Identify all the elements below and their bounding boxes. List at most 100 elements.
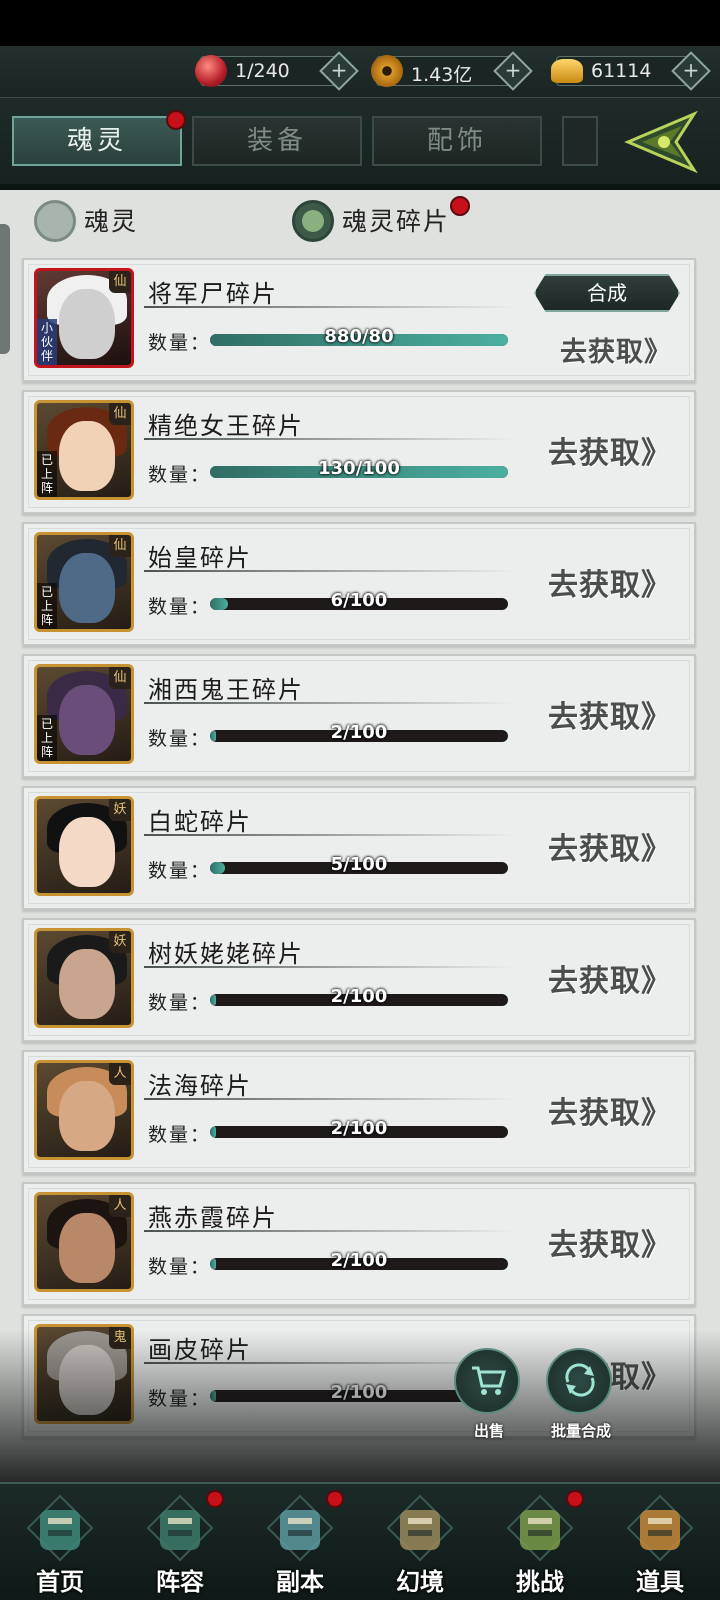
go-obtain-link[interactable]: 去获取》 — [548, 1220, 672, 1264]
quantity-value: 130/100 — [318, 458, 400, 479]
portrait-face — [59, 289, 115, 359]
tab-soul-badge — [166, 110, 186, 130]
compose-button[interactable]: 合成 — [534, 274, 680, 312]
name-underline — [144, 1230, 514, 1232]
hero-portrait[interactable]: 人 — [34, 1060, 134, 1160]
subtab-soul[interactable]: 魂灵 — [34, 200, 154, 242]
name-underline — [144, 1098, 514, 1100]
quantity-label: 数量： — [148, 728, 212, 750]
portrait-face — [59, 1213, 115, 1283]
go-obtain-link[interactable]: 去获取》 — [548, 824, 672, 868]
tab-label: 配饰 — [426, 126, 487, 156]
hero-portrait[interactable]: 仙小伙伴 — [34, 268, 134, 368]
nav-label: 幻境 — [396, 1567, 444, 1596]
nav-dungeon[interactable]: 副本 — [240, 1484, 360, 1600]
tab-label: 装备 — [246, 126, 307, 156]
portrait-face — [59, 553, 115, 623]
cart-icon — [472, 1366, 506, 1395]
go-obtain-link[interactable]: 去获取》 — [548, 428, 672, 472]
fragment-name: 法海碎片 — [148, 1072, 252, 1100]
batch-compose-button[interactable]: 批量合成 — [546, 1348, 612, 1440]
portrait-face — [59, 421, 115, 491]
subtab-soul-fragment[interactable]: 魂灵碎片 — [292, 200, 452, 242]
go-obtain-link[interactable]: 去获取》 — [548, 560, 672, 604]
name-underline — [144, 966, 514, 968]
tab-soul[interactable]: 魂灵 — [12, 116, 182, 166]
portrait-face — [59, 949, 115, 1019]
status-tag: 小伙伴 — [37, 319, 57, 365]
hero-portrait[interactable]: 仙已上阵 — [34, 532, 134, 632]
quantity-value: 6/100 — [330, 590, 388, 611]
fragment-list-panel: 魂灵 魂灵碎片 仙小伙伴 将军尸碎片 数量： 880/80 合成 去获取》仙已上阵 精绝女王… — [0, 190, 720, 1490]
fragment-card[interactable]: 仙小伙伴 将军尸碎片 数量： 880/80 合成 去获取》 — [22, 258, 696, 382]
nav-illusion[interactable]: 幻境 — [360, 1484, 480, 1600]
quantity-value: 2/100 — [330, 986, 388, 1007]
hero-portrait[interactable]: 人 — [34, 1192, 134, 1292]
sell-button[interactable]: 出售 — [454, 1348, 520, 1440]
grade-badge: 妖 — [109, 799, 131, 821]
nav-badge — [326, 1490, 344, 1508]
fragment-card[interactable]: 妖树妖姥姥碎片 数量： 2/100 去获取》 — [22, 918, 696, 1042]
batch-compose-label: 批量合成 — [550, 1422, 611, 1440]
fragment-name: 精绝女王碎片 — [148, 412, 304, 440]
home-icon — [26, 1494, 94, 1562]
grade-badge: 仙 — [109, 403, 131, 425]
quantity-value: 2/100 — [330, 1118, 388, 1139]
go-obtain-link[interactable]: 去获取》 — [548, 1088, 672, 1132]
coin-value: 1.43亿 — [411, 64, 473, 86]
name-underline — [144, 570, 514, 572]
add-ingot-button[interactable]: + — [671, 51, 711, 91]
grade-badge: 仙 — [109, 667, 131, 689]
fragment-card[interactable]: 仙已上阵 始皇碎片 数量： 6/100 去获取》 — [22, 522, 696, 646]
resource-coin: 1.43亿 + — [371, 51, 533, 91]
resource-bar: 1/240 + 1.43亿 + 61114 + — [0, 46, 720, 98]
grade-badge: 仙 — [109, 271, 131, 293]
hero-portrait[interactable]: 妖 — [34, 796, 134, 896]
go-obtain-link[interactable]: 去获取》 — [560, 330, 672, 369]
nav-label: 副本 — [276, 1567, 324, 1596]
fragment-card[interactable]: 妖白蛇碎片 数量： 5/100 去获取》 — [22, 786, 696, 910]
hero-portrait[interactable]: 仙已上阵 — [34, 664, 134, 764]
fragment-name: 白蛇碎片 — [148, 808, 252, 836]
fragment-card[interactable]: 人燕赤霞碎片 数量： 2/100 去获取》 — [22, 1182, 696, 1306]
go-obtain-link[interactable]: 去获取》 — [548, 956, 672, 1000]
nav-challenge[interactable]: 挑战 — [480, 1484, 600, 1600]
go-obtain-link[interactable]: 去获取》 — [548, 692, 672, 736]
nav-badge — [566, 1490, 584, 1508]
back-arrow-icon — [624, 110, 698, 174]
category-tab-bar: 魂灵 装备 配饰 — [0, 98, 720, 190]
fragment-card[interactable]: 人法海碎片数量： 2/100 去获取》 — [22, 1050, 696, 1174]
nav-label: 首页 — [36, 1567, 84, 1596]
bottom-nav: 首页 阵容 副本 幻境 挑战 道具 — [0, 1482, 720, 1600]
tab-overflow[interactable] — [562, 116, 598, 166]
subtab-bar: 魂灵 魂灵碎片 — [0, 190, 720, 250]
lineup-icon — [146, 1494, 214, 1562]
fragment-name: 湘西鬼王碎片 — [148, 676, 304, 704]
nav-label: 挑战 — [516, 1567, 564, 1596]
back-button[interactable] — [624, 110, 704, 174]
fragment-card[interactable]: 仙已上阵 精绝女王碎片 数量： 130/100 去获取》 — [22, 390, 696, 514]
radio-selected-icon — [292, 200, 334, 242]
grade-badge: 仙 — [109, 535, 131, 557]
quantity-label: 数量： — [148, 1124, 212, 1146]
quantity-label: 数量： — [148, 992, 212, 1014]
tab-equipment[interactable]: 装备 — [192, 116, 362, 166]
subtab-fragment-badge — [450, 196, 470, 216]
nav-lineup[interactable]: 阵容 — [120, 1484, 240, 1600]
resource-ingot: 61114 + — [551, 51, 711, 91]
hero-portrait[interactable]: 仙已上阵 — [34, 400, 134, 500]
tab-accessory[interactable]: 配饰 — [372, 116, 542, 166]
name-underline — [144, 306, 514, 308]
quantity-value: 880/80 — [324, 326, 394, 347]
challenge-icon — [506, 1494, 574, 1562]
quantity-value: 2/100 — [330, 1250, 388, 1271]
portrait-face — [59, 817, 115, 887]
soul-orb-value: 1/240 — [235, 60, 290, 82]
add-soul-orb-button[interactable]: + — [319, 51, 359, 91]
fragment-card[interactable]: 仙已上阵 湘西鬼王碎片 数量： 2/100 去获取》 — [22, 654, 696, 778]
recycle-icon — [565, 1363, 595, 1397]
hero-portrait[interactable]: 妖 — [34, 928, 134, 1028]
add-coin-button[interactable]: + — [493, 51, 533, 91]
nav-home[interactable]: 首页 — [0, 1484, 120, 1600]
nav-items[interactable]: 道具 — [600, 1484, 720, 1600]
